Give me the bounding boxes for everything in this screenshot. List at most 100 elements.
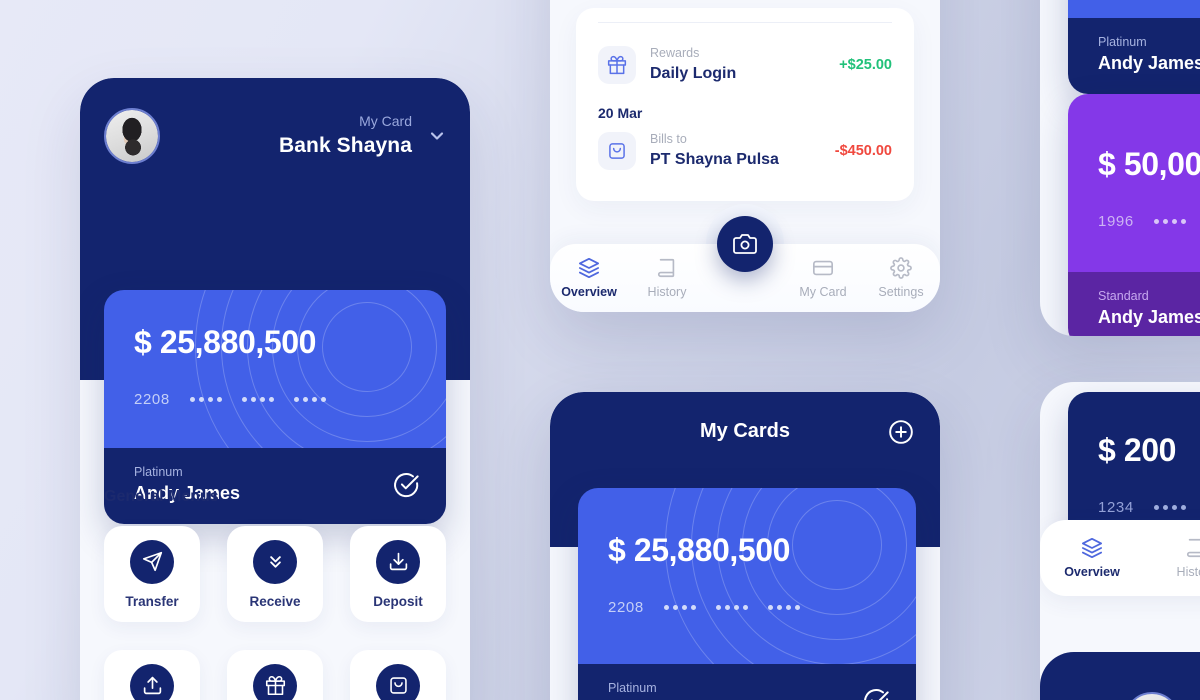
bank-card-body: $ 50,000 1996 xyxy=(1068,94,1200,272)
bank-card-body: $ 25,880,500 2208 xyxy=(104,290,446,448)
general-menus-grid: Transfer Receive Deposit Withdraw xyxy=(104,526,446,700)
nav-label: Overview xyxy=(1064,565,1120,579)
home-header-row: My Card Bank Shayna xyxy=(104,108,448,164)
gift-icon xyxy=(253,663,297,700)
card-number-mask-1 xyxy=(663,605,696,610)
card-holder: Andy James xyxy=(1098,53,1200,73)
phone-screen-my-cards: My Cards $ 25,880,500 2208 Platinum xyxy=(550,392,940,700)
transaction-name: PT Shayna Pulsa xyxy=(650,150,779,168)
card-ring-decoration xyxy=(665,488,916,664)
chevron-down-icon[interactable] xyxy=(426,125,448,147)
card-number: 1234 xyxy=(1098,499,1200,516)
transaction-day-label: 20 Mar xyxy=(598,105,643,121)
nav-label: History xyxy=(1176,565,1200,579)
phone-screen-home: My Card Bank Shayna $ 25,880,500 2208 Pl… xyxy=(80,78,470,700)
card-ring-decoration xyxy=(195,290,446,448)
transaction-list-card: Rewards Daily Login +$25.00 20 Mar Bills… xyxy=(576,8,914,201)
bank-card[interactable]: $ 25,880,500 2208 Platinum Andy James xyxy=(578,488,916,700)
menu-item-withdraw[interactable]: Withdraw xyxy=(104,650,200,700)
menu-item-rewards[interactable]: Rewards xyxy=(227,650,323,700)
bag-icon xyxy=(376,663,420,700)
plus-circle-icon[interactable] xyxy=(888,419,914,445)
menu-label: Transfer xyxy=(125,593,179,609)
avatar[interactable] xyxy=(1124,692,1180,700)
nav-item-settings[interactable]: Settings xyxy=(862,257,940,299)
bottom-navigation: Overview History xyxy=(1040,520,1200,596)
phone-screen-next xyxy=(1040,652,1200,700)
menu-item-deposit[interactable]: Deposit xyxy=(350,526,446,622)
avatar[interactable] xyxy=(104,108,160,164)
transaction-category: Rewards xyxy=(650,46,700,61)
card-number-prefix: 2208 xyxy=(608,599,644,616)
camera-fab-button[interactable] xyxy=(717,216,773,272)
card-number: 2208 xyxy=(608,599,886,616)
card-tier: Standard xyxy=(1098,289,1149,303)
transaction-row[interactable]: Bills to PT Shayna Pulsa -$450.00 xyxy=(598,123,892,179)
header-bank-name: Bank Shayna xyxy=(279,134,412,158)
card-number-mask-3 xyxy=(293,397,326,402)
phone-screen-overview: Rewards Daily Login +$25.00 20 Mar Bills… xyxy=(550,0,940,312)
bank-card-purple[interactable]: $ 50,000 1996 Standard Andy James xyxy=(1068,94,1200,336)
book-icon xyxy=(1185,537,1200,559)
phone-screen-cards-list: Platinum Andy James $ 50,000 1996 Standa… xyxy=(1040,0,1200,336)
download-icon xyxy=(376,539,420,584)
general-menus-title: General Menus xyxy=(104,488,219,505)
bank-card-footer: Platinum Andy James xyxy=(104,448,446,524)
card-number-mask-1 xyxy=(1153,219,1186,224)
nav-item-history[interactable]: History xyxy=(1144,537,1200,579)
bank-card-footer: Platinum Andy James xyxy=(1068,18,1200,94)
nav-item-history[interactable]: History xyxy=(628,257,706,299)
gear-icon xyxy=(890,257,912,279)
layers-icon xyxy=(1081,537,1103,559)
bank-card-footer: Platinum Andy James xyxy=(578,664,916,700)
card-balance: $ 25,880,500 xyxy=(134,324,317,360)
card-number-prefix: 2208 xyxy=(134,391,170,408)
bank-card-partial[interactable]: Platinum Andy James xyxy=(1068,0,1200,94)
book-icon xyxy=(656,257,678,279)
card-tier: Platinum xyxy=(608,681,657,695)
nav-label: Settings xyxy=(878,285,924,299)
gift-icon xyxy=(598,46,636,84)
layers-icon xyxy=(578,257,600,279)
card-number-prefix: 1234 xyxy=(1098,499,1134,516)
send-icon xyxy=(130,539,174,584)
nav-item-my-card[interactable]: My Card xyxy=(784,257,862,299)
transaction-amount: -$450.00 xyxy=(834,143,892,159)
card-number-mask-3 xyxy=(767,605,800,610)
menu-label: Receive xyxy=(249,593,301,609)
card-number-mask-1 xyxy=(189,397,222,402)
bank-card-footer: Standard Andy James xyxy=(1068,272,1200,336)
menu-item-receive[interactable]: Receive xyxy=(227,526,323,622)
bag-icon xyxy=(598,132,636,170)
card-number-mask-2 xyxy=(715,605,748,610)
card-number-mask-1 xyxy=(1153,505,1186,510)
transaction-category: Bills to xyxy=(650,132,687,147)
card-balance: $ 50,000 xyxy=(1098,146,1200,182)
verified-check-icon[interactable] xyxy=(392,471,420,499)
nav-item-overview[interactable]: Overview xyxy=(1040,537,1144,579)
showcase-canvas: My Card Bank Shayna $ 25,880,500 2208 Pl… xyxy=(0,0,1200,700)
menu-label: Deposit xyxy=(373,593,423,609)
transaction-name: Daily Login xyxy=(650,64,737,82)
card-number: 2208 xyxy=(134,391,416,408)
nav-label: My Card xyxy=(799,285,847,299)
bank-card-body xyxy=(1068,0,1200,18)
menu-item-bills[interactable]: Bills xyxy=(350,650,446,700)
bank-card-body: $ 25,880,500 2208 xyxy=(578,488,916,664)
card-number-prefix: 1996 xyxy=(1098,213,1134,230)
header-caption: My Card xyxy=(359,112,412,129)
verified-check-icon[interactable] xyxy=(862,687,890,700)
card-icon xyxy=(812,257,834,279)
page-title: My Cards xyxy=(699,420,791,442)
upload-icon xyxy=(130,663,174,700)
camera-icon xyxy=(733,232,757,256)
card-balance: $ 200 xyxy=(1098,432,1177,468)
card-tier: Platinum xyxy=(134,465,183,479)
chevrons-down-icon xyxy=(253,539,297,584)
nav-label: History xyxy=(647,285,687,299)
nav-item-overview[interactable]: Overview xyxy=(550,257,628,299)
transaction-row[interactable]: Rewards Daily Login +$25.00 xyxy=(598,37,892,93)
menu-item-transfer[interactable]: Transfer xyxy=(104,526,200,622)
card-holder: Andy James xyxy=(1098,307,1200,327)
card-tier: Platinum xyxy=(1098,35,1147,49)
